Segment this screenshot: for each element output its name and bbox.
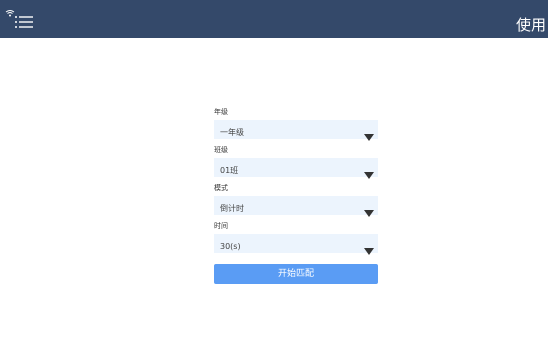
- caret-down-icon: [364, 164, 374, 179]
- time-label: 时间: [214, 222, 228, 230]
- class-value: 01班: [220, 166, 239, 175]
- grade-label: 年级: [214, 108, 228, 116]
- time-select[interactable]: 30(s): [214, 234, 378, 255]
- grade-value: 一年级: [220, 128, 244, 137]
- mode-select[interactable]: 倒计时: [214, 196, 378, 217]
- menu-icon: [13, 13, 37, 31]
- start-match-button[interactable]: 开始匹配: [214, 264, 378, 284]
- class-select[interactable]: 01班: [214, 158, 378, 179]
- grade-select[interactable]: 一年级: [214, 120, 378, 141]
- page-title: 使用: [515, 16, 546, 34]
- caret-down-icon: [364, 202, 374, 217]
- mode-label: 模式: [214, 184, 228, 192]
- mode-value: 倒计时: [220, 204, 244, 213]
- caret-down-icon: [364, 240, 374, 255]
- caret-down-icon: [364, 126, 374, 141]
- time-value: 30(s): [220, 242, 241, 251]
- class-field: 班级 01班: [214, 146, 378, 184]
- wifi-icon: [5, 2, 15, 17]
- match-form: 年级 一年级 班级 01班 模式 倒计时 时间 30(s): [214, 108, 378, 260]
- menu-button[interactable]: [13, 13, 37, 31]
- class-label: 班级: [214, 146, 228, 154]
- mode-field: 模式 倒计时: [214, 184, 378, 222]
- grade-field: 年级 一年级: [214, 108, 378, 146]
- time-field: 时间 30(s): [214, 222, 378, 260]
- top-bar: 使用: [0, 0, 548, 38]
